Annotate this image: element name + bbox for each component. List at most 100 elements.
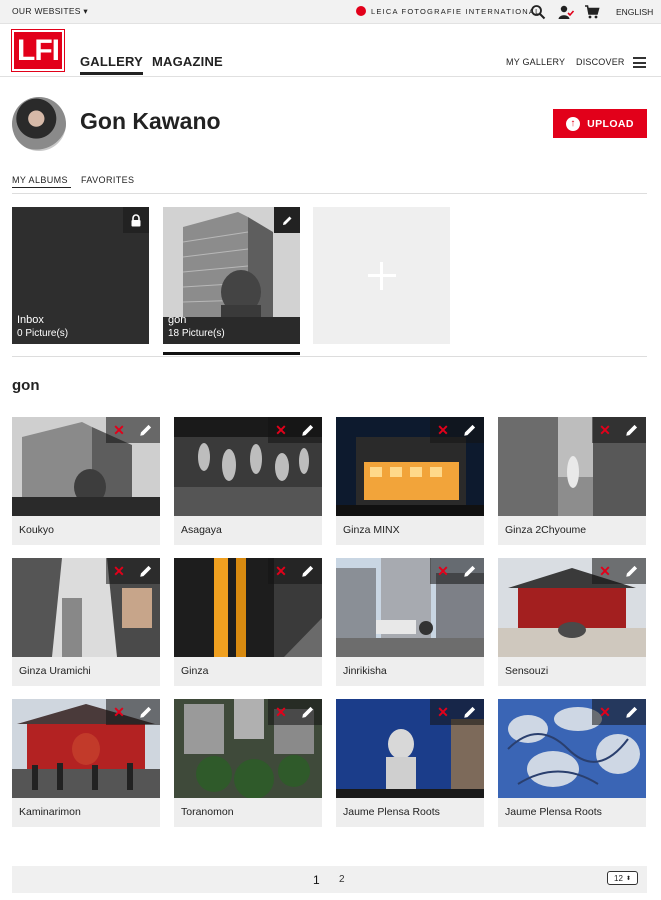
edit-icon[interactable]	[625, 564, 639, 578]
photo-caption: Ginza Uramichi	[19, 665, 91, 677]
album-title: gon	[168, 314, 187, 326]
photo-card[interactable]: ✕ Jinrikisha	[336, 558, 484, 686]
nav-gallery[interactable]: GALLERY	[80, 54, 143, 69]
edit-icon[interactable]	[463, 564, 477, 578]
profile-name: Gon Kawano	[80, 108, 221, 134]
photo-controls: ✕	[106, 699, 160, 725]
lock-icon	[123, 207, 149, 233]
photo-caption: Toranomon	[181, 806, 234, 818]
delete-icon[interactable]: ✕	[599, 564, 611, 578]
edit-icon[interactable]	[139, 564, 153, 578]
upload-arrow-icon: ↑	[566, 116, 581, 131]
photo-caption: Jaume Plensa Roots	[343, 806, 440, 818]
photo-card[interactable]: ✕ Kaminarimon	[12, 699, 160, 827]
cart-icon[interactable]	[584, 4, 600, 20]
album-title: Inbox	[17, 314, 44, 326]
nav-my-gallery[interactable]: MY GALLERY	[506, 57, 565, 67]
tab-active-indicator	[12, 187, 71, 188]
plus-icon	[367, 261, 396, 290]
leica-link[interactable]: LEICA FOTOGRAFIE INTERNATIONAL	[356, 6, 541, 16]
photo-card[interactable]: ✕ Ginza	[174, 558, 322, 686]
hamburger-menu-icon[interactable]	[633, 57, 646, 68]
photo-controls: ✕	[268, 417, 322, 443]
album-selected-indicator	[163, 352, 300, 355]
photo-card[interactable]: ✕ Jaume Plensa Roots	[498, 699, 646, 827]
header-divider	[0, 76, 661, 77]
page-2[interactable]: 2	[339, 874, 345, 885]
edit-icon[interactable]	[274, 207, 300, 233]
album-inbox[interactable]: Inbox 18 Picture(s) 0 Picture(s)	[12, 207, 149, 344]
photo-controls: ✕	[430, 558, 484, 584]
photo-caption: Ginza 2Chyoume	[505, 524, 587, 536]
photo-controls: ✕	[592, 558, 646, 584]
album-count: 0 Picture(s)	[17, 328, 69, 339]
nav-active-indicator	[80, 72, 143, 75]
photo-controls: ✕	[268, 558, 322, 584]
leica-logo-icon	[356, 6, 366, 16]
leica-label: LEICA FOTOGRAFIE INTERNATIONAL	[371, 6, 541, 16]
edit-icon[interactable]	[301, 423, 315, 437]
delete-icon[interactable]: ✕	[599, 705, 611, 719]
album-count: 18 Picture(s)	[168, 328, 225, 339]
photo-caption: Koukyo	[19, 524, 55, 536]
delete-icon[interactable]: ✕	[599, 423, 611, 437]
photo-card[interactable]: ✕ Koukyo	[12, 417, 160, 545]
delete-icon[interactable]: ✕	[437, 564, 449, 578]
lfi-logo[interactable]: LFI	[11, 29, 65, 72]
tab-favorites[interactable]: FAVORITES	[81, 175, 134, 185]
photo-controls: ✕	[592, 699, 646, 725]
photo-controls: ✕	[106, 417, 160, 443]
edit-icon[interactable]	[625, 705, 639, 719]
top-bar: OUR WEBSITES ▾ LEICA FOTOGRAFIE INTERNAT…	[0, 0, 661, 24]
photo-card[interactable]: ✕ Ginza MINX	[336, 417, 484, 545]
photo-caption: Kaminarimon	[19, 806, 81, 818]
photo-card[interactable]: ✕ Ginza Uramichi	[12, 558, 160, 686]
photo-card[interactable]: ✕ Toranomon	[174, 699, 322, 827]
edit-icon[interactable]	[301, 564, 315, 578]
tab-my-albums[interactable]: MY ALBUMS	[12, 175, 68, 185]
tabs-divider	[12, 193, 647, 194]
delete-icon[interactable]: ✕	[113, 705, 125, 719]
user-icon[interactable]	[558, 4, 574, 20]
photo-card[interactable]: ✕ Ginza 2Chyoume	[498, 417, 646, 545]
upload-button[interactable]: ↑ UPLOAD	[553, 109, 647, 138]
per-page-select[interactable]: 12 ⬍	[607, 871, 638, 885]
avatar	[12, 97, 66, 151]
delete-icon[interactable]: ✕	[275, 423, 287, 437]
delete-icon[interactable]: ✕	[437, 705, 449, 719]
photo-controls: ✕	[430, 699, 484, 725]
edit-icon[interactable]	[139, 423, 153, 437]
photo-controls: ✕	[106, 558, 160, 584]
page-1[interactable]: 1	[313, 873, 320, 887]
photo-card[interactable]: ✕ Sensouzi	[498, 558, 646, 686]
photo-caption: Asagaya	[181, 524, 222, 536]
photo-card[interactable]: ✕ Asagaya	[174, 417, 322, 545]
photo-card[interactable]: ✕ Jaume Plensa Roots	[336, 699, 484, 827]
edit-icon[interactable]	[139, 705, 153, 719]
delete-icon[interactable]: ✕	[113, 564, 125, 578]
photo-controls: ✕	[592, 417, 646, 443]
edit-icon[interactable]	[625, 423, 639, 437]
delete-icon[interactable]: ✕	[437, 423, 449, 437]
delete-icon[interactable]: ✕	[275, 564, 287, 578]
delete-icon[interactable]: ✕	[275, 705, 287, 719]
edit-icon[interactable]	[463, 705, 477, 719]
photo-caption: Sensouzi	[505, 665, 549, 677]
photo-caption: Jinrikisha	[343, 665, 387, 677]
pagination: 1 2 12 ⬍	[12, 866, 647, 893]
album-gon[interactable]: gon 18 Picture(s)	[163, 207, 300, 344]
our-websites-menu[interactable]: OUR WEBSITES ▾	[12, 6, 88, 17]
language-selector[interactable]: ENGLISH	[616, 7, 653, 17]
edit-icon[interactable]	[463, 423, 477, 437]
add-album-button[interactable]	[313, 207, 450, 344]
search-icon[interactable]	[530, 4, 546, 20]
updown-arrows-icon: ⬍	[625, 875, 631, 882]
nav-magazine[interactable]: MAGAZINE	[152, 54, 223, 69]
nav-discover[interactable]: DISCOVER	[576, 57, 625, 67]
delete-icon[interactable]: ✕	[113, 423, 125, 437]
per-page-value: 12	[614, 873, 623, 883]
edit-icon[interactable]	[301, 705, 315, 719]
current-album-title: gon	[12, 377, 40, 394]
photo-caption: Jaume Plensa Roots	[505, 806, 602, 818]
albums-divider	[12, 356, 647, 357]
